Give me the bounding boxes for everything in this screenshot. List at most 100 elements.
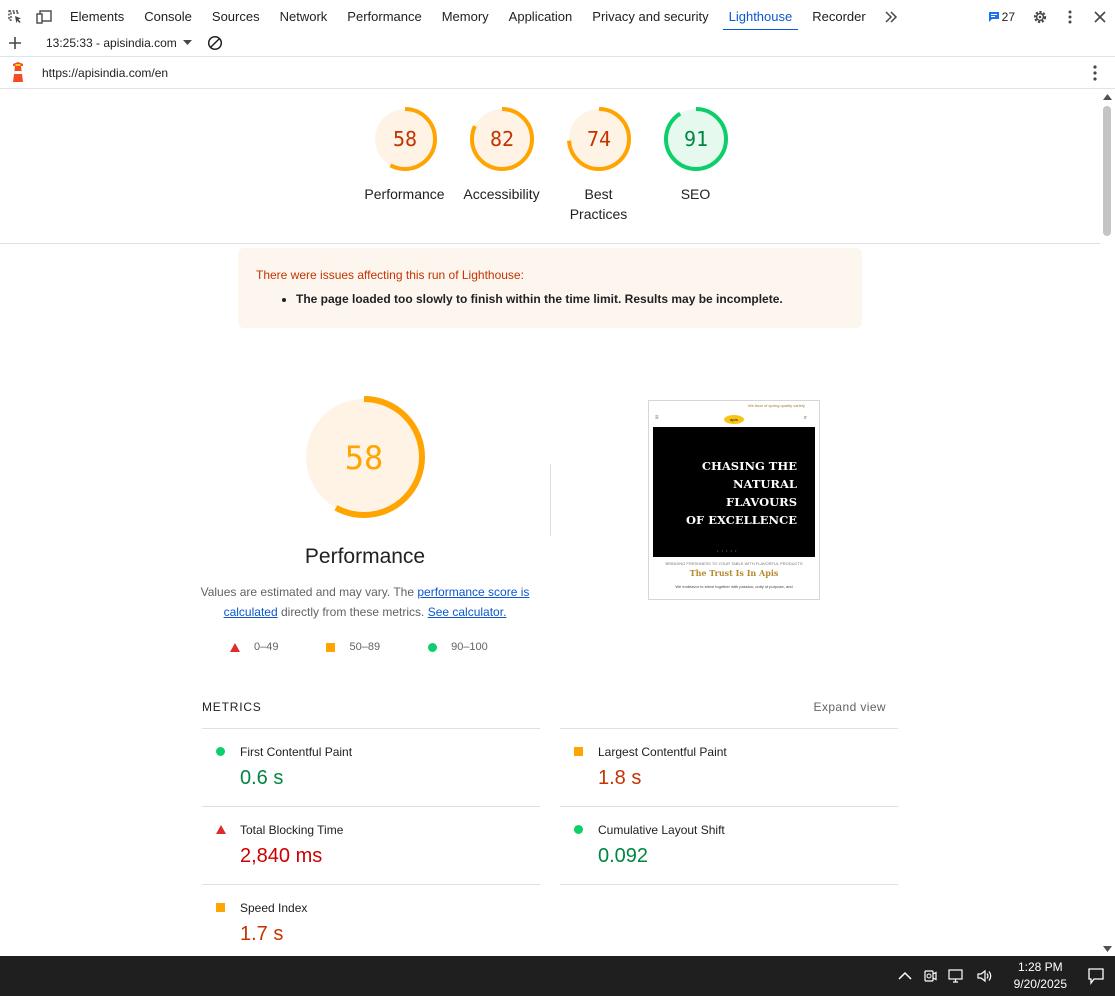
metric-value: 0.092 (598, 845, 649, 867)
tab-console[interactable]: Console (134, 0, 202, 34)
metric-first-contentful-paint: First Contentful Paint 0.6 s (202, 728, 540, 806)
warning-item: The page loaded too slowly to finish wit… (296, 292, 844, 306)
settings-gear-icon[interactable] (1025, 0, 1055, 34)
screenshot-body: We endeavor to strive together with pass… (675, 584, 793, 589)
score-scale-legend: 0–49 50–89 90–100 (230, 641, 488, 653)
screenshot-hero-text: CHASING THE NATURAL FLAVOURS OF EXCELLEN… (686, 457, 797, 529)
gauge-seo[interactable]: 91 SEO (647, 106, 744, 224)
tab-privacy-and-security[interactable]: Privacy and security (582, 0, 718, 34)
gauge-performance[interactable]: 58 Performance (356, 106, 453, 224)
vertical-separator (550, 464, 551, 536)
new-report-plus-icon[interactable] (0, 26, 30, 60)
lighthouse-report: 58 Performance 82 Accessibility 74 Best … (0, 90, 1100, 956)
warning-title: There were issues affecting this run of … (256, 268, 524, 282)
performance-big-score: 58 (345, 439, 384, 477)
performance-title: Performance (304, 545, 426, 568)
screenshot-trust: The Trust Is In Apis (689, 568, 779, 578)
screenshot-tagline: BRINGING FRESHNESS TO YOUR TABLE WITH FL… (665, 561, 803, 566)
legend-fail: 0–49 (230, 641, 278, 653)
run-warning-box: There were issues affecting this run of … (238, 248, 862, 328)
desc-prefix: Values are estimated and may vary. The (200, 585, 418, 599)
metric-value: 1.7 s (240, 923, 284, 945)
screenshot-search-icon: ⌕ (803, 415, 807, 421)
metric-name: Speed Index (240, 901, 308, 915)
clock-date: 9/20/2025 (1013, 977, 1067, 991)
see-calculator-link[interactable]: See calculator. (428, 605, 507, 619)
gauge-label: Best Practices (569, 186, 628, 222)
gauge-label: Performance (364, 186, 445, 202)
hero-line: OF EXCELLENCE (686, 513, 797, 527)
gauge-score: 58 (392, 127, 416, 151)
notifications-icon[interactable] (1087, 967, 1105, 985)
legend-average-label: 50–89 (349, 641, 381, 653)
tab-elements[interactable]: Elements (60, 0, 134, 34)
clock[interactable]: 1:28 PM 9/20/2025 (1014, 959, 1067, 993)
gauge-label: Accessibility (463, 186, 540, 202)
volume-icon[interactable] (976, 968, 994, 984)
fail-triangle-icon (230, 642, 240, 652)
desc-middle: directly from these metrics. (277, 605, 428, 619)
metric-speed-index: Speed Index 1.7 s (202, 884, 540, 956)
gauge-accessibility[interactable]: 82 Accessibility (453, 106, 550, 224)
scroll-down-arrow-icon[interactable] (1103, 946, 1112, 952)
clock-time: 1:28 PM (1017, 960, 1063, 974)
scroll-up-arrow-icon[interactable] (1103, 94, 1112, 100)
metric-name: First Contentful Paint (240, 745, 353, 759)
report-scrollbar[interactable] (1100, 90, 1115, 956)
message-icon (988, 12, 999, 22)
devtools-tab-bar: Elements Console Sources Network Perform… (0, 0, 1115, 34)
clear-reports-icon[interactable] (200, 26, 230, 60)
tab-memory[interactable]: Memory (432, 0, 499, 34)
screenshot-nav: ≡ apis ⌕ (649, 411, 819, 427)
issues-badge[interactable]: 27 (988, 10, 1015, 24)
metric-largest-contentful-paint: Largest Contentful Paint 1.8 s (560, 728, 898, 806)
gauge-score: 74 (586, 127, 610, 151)
tab-network[interactable]: Network (270, 0, 338, 34)
windows-taskbar: 1:28 PM 9/20/2025 (0, 956, 1115, 996)
metric-value: 1.8 s (598, 767, 642, 789)
pass-circle-icon (574, 825, 583, 834)
legend-fail-label: 0–49 (254, 641, 279, 653)
report-menu-icon[interactable] (1093, 65, 1097, 86)
device-toolbar-icon[interactable] (30, 0, 60, 34)
screenshot-menu-icon: ≡ (655, 415, 659, 421)
report-url: https://apisindia.com/en (42, 65, 169, 80)
performance-description: Values are estimated and may vary. The p… (200, 582, 530, 622)
gauge-ring: 74 (566, 107, 631, 171)
show-hidden-icons-chevron-icon[interactable] (898, 971, 912, 981)
metric-cumulative-layout-shift: Cumulative Layout Shift 0.092 (560, 806, 898, 884)
more-tabs-chevron-icon[interactable] (876, 0, 906, 34)
close-devtools-icon[interactable] (1085, 0, 1115, 34)
report-url-bar: https://apisindia.com/en (0, 57, 1115, 89)
expand-view-button[interactable]: Expand view (814, 700, 886, 714)
screenshot-hero: CHASING THE NATURAL FLAVOURS OF EXCELLEN… (653, 427, 815, 557)
metric-name: Largest Contentful Paint (598, 745, 727, 759)
report-selector-label: 13:25:33 - apisindia.com (46, 36, 177, 50)
lighthouse-toolbar: 13:25:33 - apisindia.com (0, 30, 1115, 57)
category-gauges: 58 Performance 82 Accessibility 74 Best … (356, 106, 744, 224)
fail-triangle-icon (216, 825, 226, 834)
tab-lighthouse[interactable]: Lighthouse (719, 0, 803, 34)
metric-name: Total Blocking Time (240, 823, 344, 837)
tab-application[interactable]: Application (499, 0, 583, 34)
report-selector[interactable]: 13:25:33 - apisindia.com (46, 36, 192, 50)
average-square-icon (326, 642, 336, 652)
gauge-best-practices[interactable]: 74 Best Practices (550, 106, 647, 224)
system-tray: 1:28 PM 9/20/2025 (898, 956, 1105, 996)
performance-big-gauge: 58 (303, 396, 425, 518)
more-options-icon[interactable] (1055, 0, 1085, 34)
screenshot-logo: apis (724, 414, 744, 424)
final-screenshot[interactable]: We bear of spring quality variety ≡ apis… (648, 400, 820, 600)
metrics-title: METRICS (202, 700, 262, 714)
metric-row-divider (560, 884, 898, 885)
header-divider (0, 243, 1100, 244)
network-icon[interactable] (948, 968, 966, 984)
carousel-dots: • • • • • (717, 548, 738, 553)
tab-recorder[interactable]: Recorder (802, 0, 875, 34)
scrollbar-thumb[interactable] (1103, 106, 1111, 236)
hero-line: FLAVOURS (726, 495, 797, 509)
metrics-header: METRICS Expand view (202, 700, 898, 714)
screenshot-topbar: We bear of spring quality variety (747, 403, 805, 408)
tab-performance[interactable]: Performance (337, 0, 431, 34)
meet-now-icon[interactable] (922, 968, 938, 984)
